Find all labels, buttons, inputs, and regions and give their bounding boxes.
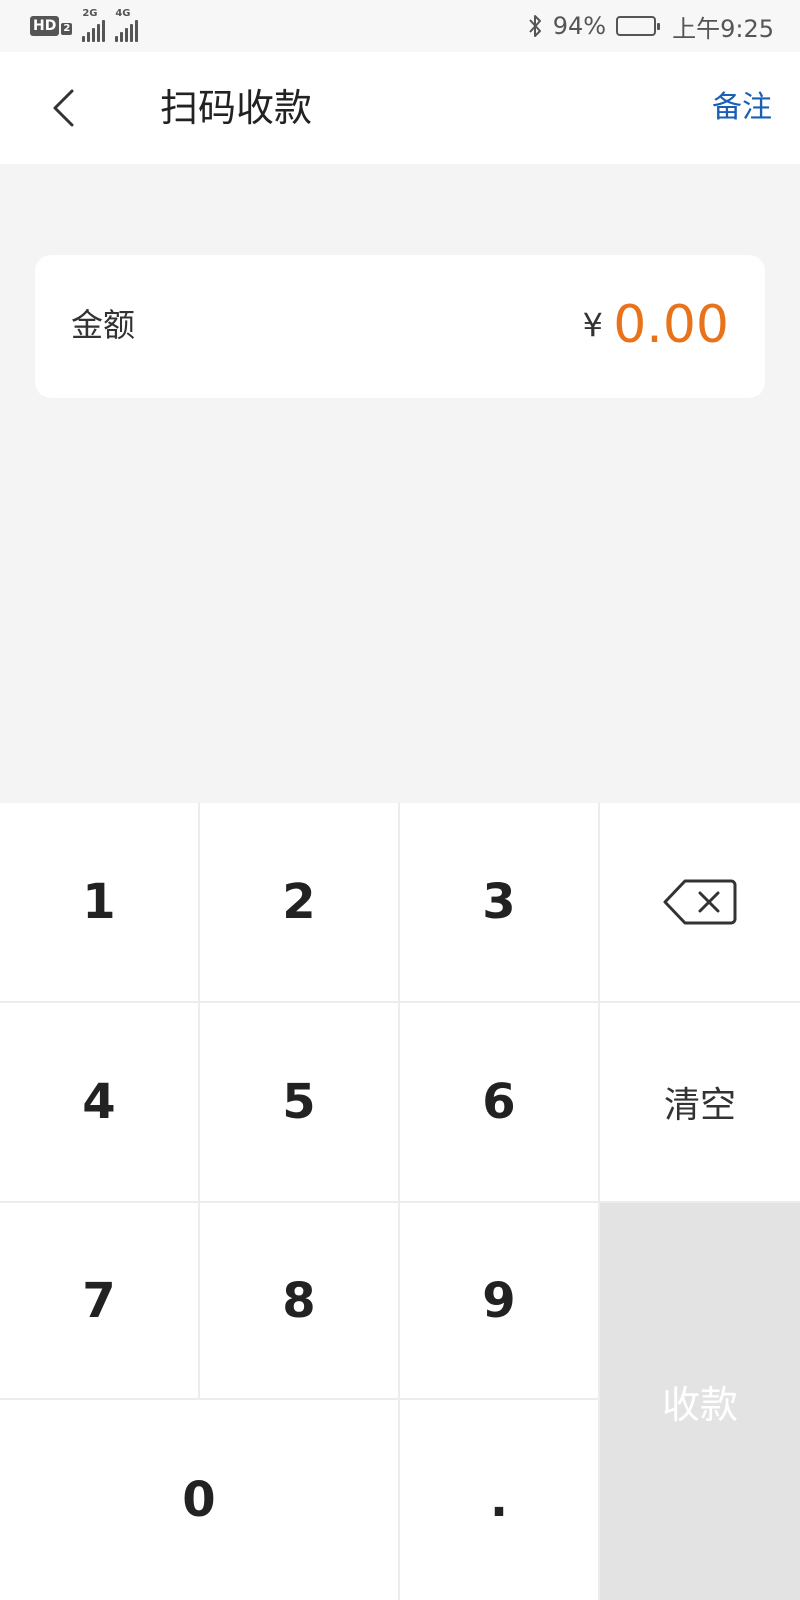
title-bar: 扫码收款 备注 bbox=[0, 52, 800, 164]
hd-label: HD bbox=[30, 16, 60, 36]
key-3[interactable]: 3 bbox=[400, 803, 600, 1003]
key-5[interactable]: 5 bbox=[200, 1003, 400, 1203]
key-1[interactable]: 1 bbox=[0, 803, 200, 1003]
key-6[interactable]: 6 bbox=[400, 1003, 600, 1203]
amount-label: 金额 bbox=[71, 306, 136, 344]
numeric-keypad: 1 2 3 4 5 6 清空 7 8 9 0 . 收款 bbox=[0, 803, 800, 1600]
status-time: 上午9:25 bbox=[672, 14, 774, 43]
key-9[interactable]: 9 bbox=[400, 1203, 600, 1400]
net2-label: 4G bbox=[115, 8, 131, 19]
status-left: HD 2 2G 4G bbox=[30, 8, 139, 42]
key-dot[interactable]: . bbox=[400, 1400, 600, 1600]
amount-card[interactable]: 金额 ¥ 0.00 bbox=[35, 255, 765, 398]
signal-2g-icon: 2G bbox=[82, 8, 106, 42]
status-bar: HD 2 2G 4G 94% 上午9:25 bbox=[0, 0, 800, 52]
battery-icon bbox=[616, 16, 661, 36]
status-right: 94% 上午9:25 bbox=[527, 9, 774, 44]
backspace-icon bbox=[663, 879, 737, 925]
page-title: 扫码收款 bbox=[160, 86, 313, 130]
currency-symbol: ¥ bbox=[582, 306, 603, 344]
backspace-button[interactable] bbox=[600, 803, 800, 1003]
hd-sub: 2 bbox=[61, 23, 73, 35]
remark-button[interactable]: 备注 bbox=[712, 84, 772, 132]
hd-voice-icon: HD 2 bbox=[30, 16, 73, 36]
signal-4g-icon: 4G bbox=[115, 8, 139, 42]
amount-value: 0.00 bbox=[613, 295, 729, 355]
clear-button[interactable]: 清空 bbox=[600, 1003, 800, 1203]
key-2[interactable]: 2 bbox=[200, 803, 400, 1003]
bluetooth-icon bbox=[529, 15, 541, 37]
key-4[interactable]: 4 bbox=[0, 1003, 200, 1203]
key-8[interactable]: 8 bbox=[200, 1203, 400, 1400]
key-7[interactable]: 7 bbox=[0, 1203, 200, 1400]
net1-label: 2G bbox=[82, 8, 98, 19]
back-button[interactable] bbox=[38, 82, 88, 134]
collect-payment-button[interactable]: 收款 bbox=[600, 1203, 800, 1600]
chevron-left-icon bbox=[53, 89, 74, 127]
key-0[interactable]: 0 bbox=[0, 1400, 400, 1600]
battery-percent: 94% bbox=[552, 12, 607, 40]
